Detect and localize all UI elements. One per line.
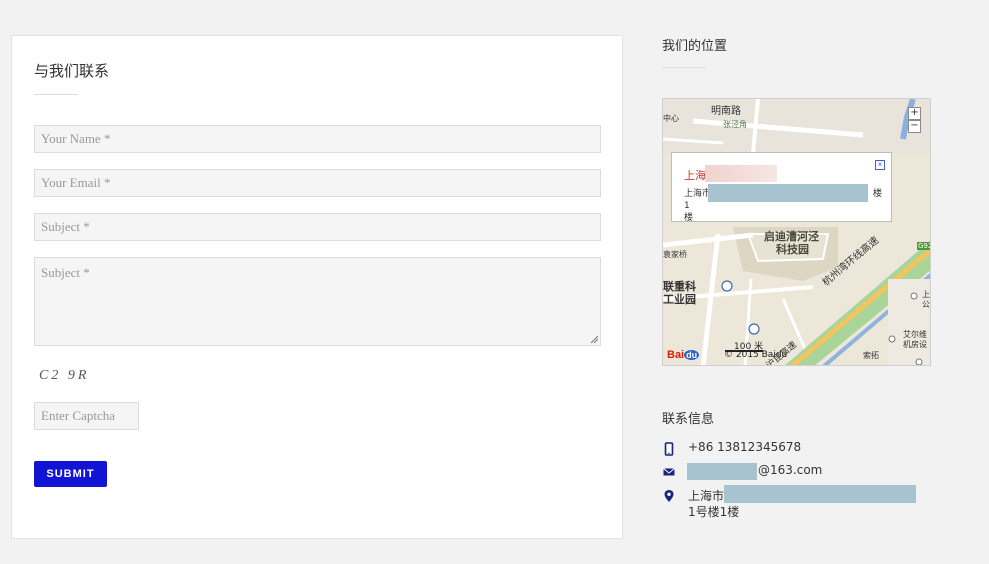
popup-company-name: 上海: [684, 169, 706, 182]
title-divider: [34, 94, 78, 95]
captcha-image: C2 9R: [39, 368, 90, 383]
popup-name-redaction: [705, 165, 777, 182]
popup-address-line2: 楼: [684, 213, 694, 223]
contact-form-card: 与我们联系 Your Name * Your Email * Subject *…: [11, 35, 623, 539]
location-title: 我们的位置: [662, 39, 728, 54]
email-placeholder: Your Email *: [41, 175, 111, 190]
map-label-road: 明南路: [711, 106, 741, 117]
form-title: 与我们联系: [34, 62, 110, 80]
baidu-map[interactable]: 明南路 张泾角 中心 启迪漕河泾 科技园 袁家桥 联重科 工业园 杭州湾环线高速…: [662, 98, 931, 366]
map-highway-shield: G92: [917, 242, 930, 250]
map-copyright: © 2015 Baidu: [724, 350, 788, 360]
address-redaction: [724, 485, 916, 503]
message-placeholder: Subject *: [41, 265, 90, 280]
email-input[interactable]: Your Email *: [34, 169, 601, 197]
map-zoom-out-button[interactable]: −: [908, 120, 921, 133]
email-address: @163.com: [758, 463, 823, 477]
map-info-popup: 上海 上海市 楼1 楼 ×: [671, 152, 892, 223]
baidu-logo: Bai du: [667, 349, 700, 361]
contact-info-title: 联系信息: [662, 412, 715, 427]
map-label-shop-2: 机房设: [903, 340, 927, 349]
email-redaction: [687, 463, 757, 480]
message-textarea[interactable]: Subject *: [34, 257, 601, 346]
baidu-logo-badge: du: [684, 350, 700, 360]
captcha-placeholder: Enter Captcha: [41, 408, 115, 423]
address-line-2: 1号楼1楼: [688, 505, 740, 519]
map-label-industrial-2: 工业园: [663, 293, 696, 306]
map-label-right-2: 公: [922, 300, 930, 309]
baidu-logo-text: Bai: [667, 349, 685, 361]
name-input[interactable]: Your Name *: [34, 125, 601, 153]
map-label-village: 袁家桥: [663, 250, 687, 259]
map-label-area: 张泾角: [723, 120, 747, 129]
map-label-edge: 中心: [663, 114, 679, 123]
popup-address-start: 上海市: [684, 189, 712, 199]
map-zoom-in-button[interactable]: +: [908, 107, 921, 120]
captcha-input[interactable]: Enter Captcha: [34, 402, 139, 430]
popup-close-icon[interactable]: ×: [875, 160, 885, 170]
phone-number: +86 13812345678: [688, 440, 802, 454]
map-label-park-2: 科技园: [776, 243, 809, 256]
subject-placeholder: Subject *: [41, 219, 90, 234]
popup-address-redaction: [708, 184, 868, 202]
mobile-phone-icon: [664, 442, 674, 456]
resize-grip-icon[interactable]: [590, 335, 598, 343]
subject-input[interactable]: Subject *: [34, 213, 601, 241]
name-placeholder: Your Name *: [41, 131, 111, 146]
location-divider: [662, 67, 706, 68]
map-label-index: 索拓: [863, 351, 879, 360]
envelope-icon: [663, 468, 675, 476]
address-line-1: 上海市: [688, 489, 725, 503]
map-pin-icon: [664, 490, 674, 502]
submit-button[interactable]: SUBMIT: [34, 461, 107, 487]
